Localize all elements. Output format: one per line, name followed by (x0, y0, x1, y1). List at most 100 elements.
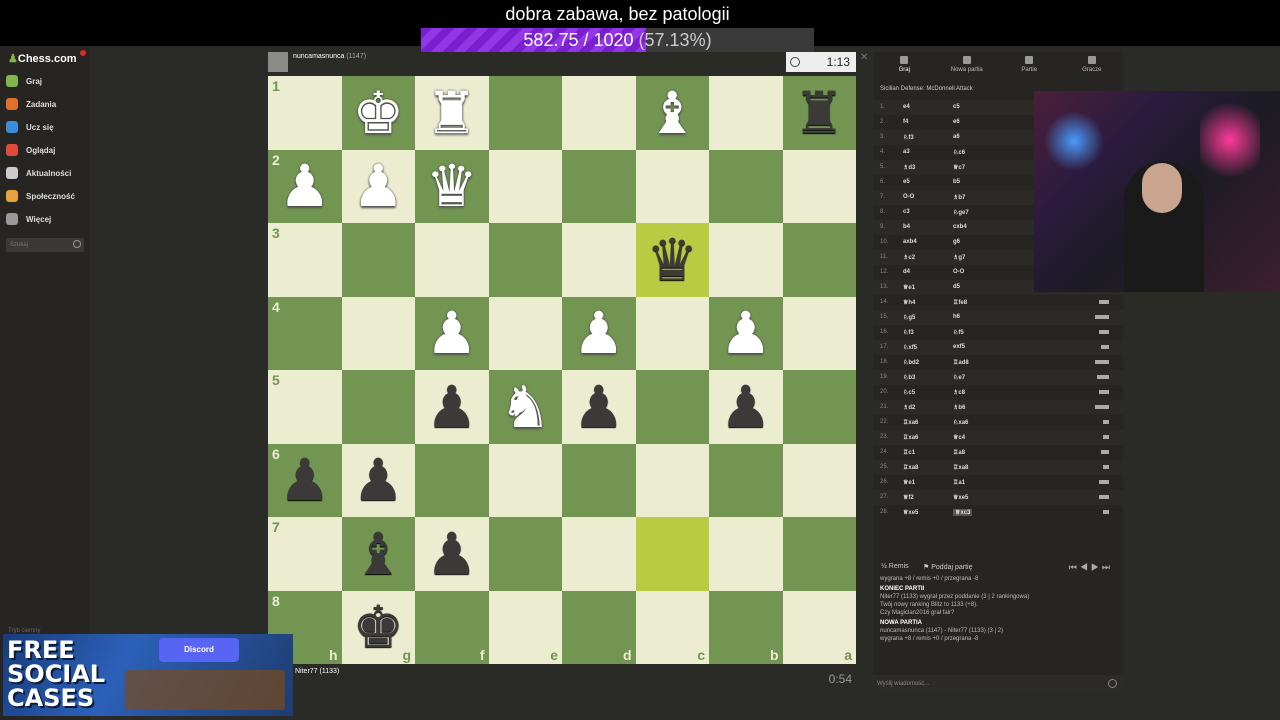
close-icon[interactable]: ✕ (860, 52, 868, 63)
board-square[interactable]: ♟ (341, 149, 415, 223)
board-square[interactable] (709, 149, 783, 223)
top-player-name[interactable]: nuncamasnunca (293, 53, 344, 60)
board-square[interactable] (488, 296, 562, 370)
black-move[interactable]: ♘ge7 (953, 209, 969, 216)
board-square[interactable]: g ♚ (341, 590, 415, 664)
black-move[interactable]: ♗b6 (953, 404, 965, 411)
white-move[interactable]: ♖xa6 (903, 419, 918, 426)
board-square[interactable]: f (415, 590, 489, 664)
black-move[interactable]: b5 (953, 179, 960, 185)
white-move[interactable]: e4 (903, 104, 910, 110)
sidebar-item[interactable]: Więcej (6, 210, 51, 228)
board-square[interactable] (635, 517, 709, 591)
white-move[interactable]: ♘bd2 (903, 359, 919, 366)
board-square[interactable]: a (782, 590, 856, 664)
white-move[interactable]: ♕e1 (903, 479, 915, 486)
board-square[interactable]: ♝ (341, 517, 415, 591)
white-move[interactable]: ♘f3 (903, 134, 914, 141)
black-pawn-icon[interactable]: ♟ (426, 525, 478, 583)
white-move[interactable]: ♘b3 (903, 374, 915, 381)
white-bishop-icon[interactable]: ♝ (646, 84, 698, 142)
black-move[interactable]: ♘f5 (953, 329, 964, 336)
avatar[interactable] (268, 52, 288, 72)
board-square[interactable]: ♛ (635, 223, 709, 297)
board-square[interactable]: ♟ (709, 370, 783, 444)
board-square[interactable] (635, 149, 709, 223)
chat-input[interactable]: Wyślij wiadomość... (873, 675, 1123, 693)
black-move[interactable]: ♘xa6 (953, 419, 968, 426)
board-square[interactable] (635, 443, 709, 517)
white-knight-icon[interactable]: ♞ (499, 378, 551, 436)
black-move[interactable]: ♗b7 (953, 194, 965, 201)
white-move[interactable]: ♖c1 (903, 449, 915, 456)
board-square[interactable] (341, 223, 415, 297)
white-move[interactable]: e5 (903, 179, 910, 185)
board-square[interactable]: ♚ (341, 76, 415, 150)
sidebar-item[interactable]: Ucz się (6, 118, 54, 136)
black-move[interactable]: ♕xc3 (953, 509, 973, 516)
tab-3[interactable]: Gracze (1061, 52, 1124, 82)
tab-0[interactable]: Graj (873, 52, 936, 82)
board-square[interactable]: ♟ (415, 296, 489, 370)
white-move[interactable]: ♘xf5 (903, 344, 917, 351)
black-move[interactable]: cxb4 (953, 224, 967, 230)
board-square[interactable]: ♟ (415, 370, 489, 444)
board-square[interactable]: ♟ (709, 296, 783, 370)
white-move[interactable]: b4 (903, 224, 910, 230)
black-move[interactable]: a6 (953, 134, 960, 140)
opening-name[interactable]: Sicilian Defense: McDonnell Attack (880, 86, 973, 92)
move-navigation[interactable]: ⏮◀▶⏭ (1069, 562, 1113, 573)
board-square[interactable]: 5 (268, 370, 342, 444)
board-square[interactable]: ♟ (415, 517, 489, 591)
bottom-player-name[interactable]: Niter77 (295, 668, 318, 675)
black-move[interactable]: ♗c8 (953, 389, 965, 396)
board-square[interactable] (782, 149, 856, 223)
board-square[interactable]: ♞ (488, 370, 562, 444)
emoji-icon[interactable] (1108, 679, 1117, 688)
board-square[interactable]: 2 ♟ (268, 149, 342, 223)
white-move[interactable]: ♕f2 (903, 494, 914, 501)
board-square[interactable] (782, 296, 856, 370)
board-square[interactable]: ♛ (415, 149, 489, 223)
black-move[interactable]: O-O (953, 269, 964, 275)
black-rook-icon[interactable]: ♜ (793, 84, 845, 142)
search-icon[interactable] (73, 240, 81, 248)
white-move[interactable]: ♘c5 (903, 389, 915, 396)
board-square[interactable] (488, 443, 562, 517)
board-square[interactable] (488, 517, 562, 591)
black-move[interactable]: d5 (953, 284, 960, 290)
board-square[interactable]: 6 ♟ (268, 443, 342, 517)
black-pawn-icon[interactable]: ♟ (352, 451, 404, 509)
white-move[interactable]: ♕h4 (903, 299, 915, 306)
black-queen-icon[interactable]: ♛ (646, 231, 698, 289)
board-square[interactable] (782, 443, 856, 517)
sidebar-item[interactable]: Oglądaj (6, 141, 55, 159)
black-move[interactable]: ♗g7 (953, 254, 965, 261)
black-move[interactable]: ♘c6 (953, 149, 965, 156)
board-square[interactable] (709, 443, 783, 517)
board-square[interactable]: 7 (268, 517, 342, 591)
black-move[interactable]: ♖a1 (953, 479, 965, 486)
black-move[interactable]: g6 (953, 239, 960, 245)
black-move[interactable]: ♖fe8 (953, 299, 967, 306)
white-move[interactable]: axb4 (903, 239, 917, 245)
board-square[interactable]: e (488, 590, 562, 664)
board-square[interactable] (488, 223, 562, 297)
board-square[interactable] (562, 517, 636, 591)
white-move[interactable]: ♗c2 (903, 254, 915, 261)
white-pawn-icon[interactable]: ♟ (573, 304, 625, 362)
search-input[interactable]: Szukaj (6, 238, 84, 252)
black-move[interactable]: e6 (953, 119, 960, 125)
board-square[interactable]: d (562, 590, 636, 664)
black-move[interactable]: exf5 (953, 344, 965, 350)
white-pawn-icon[interactable]: ♟ (720, 304, 772, 362)
black-king-icon[interactable]: ♚ (352, 598, 404, 656)
white-move[interactable]: c3 (903, 209, 910, 215)
white-move[interactable]: ♘g5 (903, 314, 915, 321)
black-move[interactable]: ♖ad8 (953, 359, 969, 366)
board-square[interactable] (709, 223, 783, 297)
tab-1[interactable]: Nowa partia (936, 52, 999, 82)
white-pawn-icon[interactable]: ♟ (426, 304, 478, 362)
board-square[interactable]: c (635, 590, 709, 664)
white-pawn-icon[interactable]: ♟ (279, 157, 331, 215)
